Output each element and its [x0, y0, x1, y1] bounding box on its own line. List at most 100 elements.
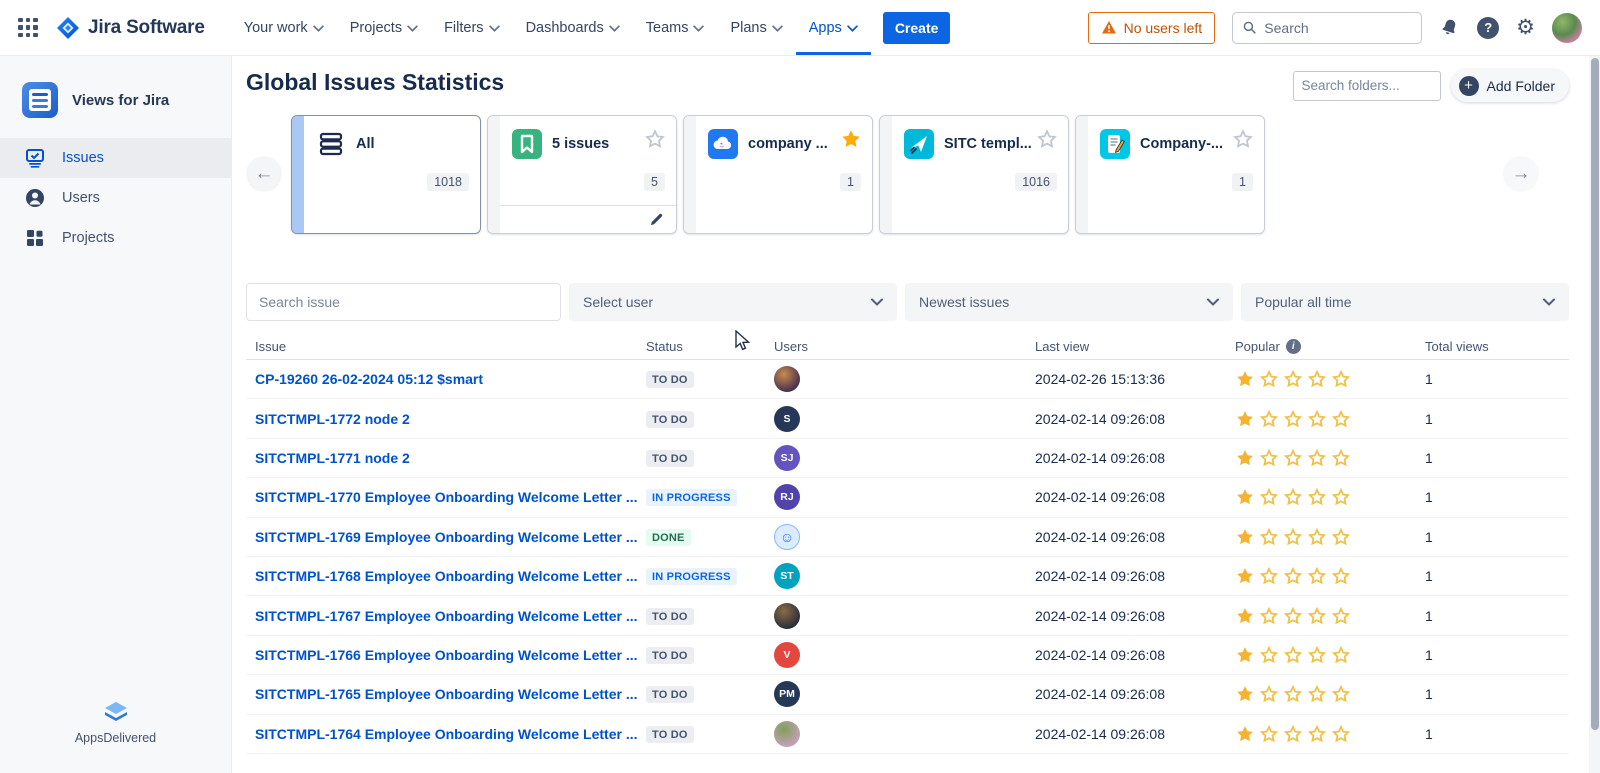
nav-item-plans[interactable]: Plans: [717, 0, 795, 55]
issue-link[interactable]: SITCTMPL-1765 Employee Onboarding Welcom…: [246, 686, 646, 702]
folder-card-company-[interactable]: company ...1: [683, 115, 873, 234]
user-avatar[interactable]: RJ: [774, 484, 800, 510]
help-icon[interactable]: ?: [1477, 17, 1499, 39]
sidebar-item-projects[interactable]: Projects: [0, 218, 231, 258]
popularity-dropdown[interactable]: Popular all time: [1241, 283, 1569, 321]
folder-card-5-issues[interactable]: 5 issues5: [487, 115, 677, 234]
profile-avatar[interactable]: [1552, 13, 1582, 43]
user-avatar[interactable]: [774, 603, 800, 629]
rating-star-outline-icon[interactable]: [1307, 645, 1327, 665]
rating-star-outline-icon[interactable]: [1259, 487, 1279, 507]
nav-item-projects[interactable]: Projects: [337, 0, 431, 55]
sidebar-item-issues[interactable]: Issues: [0, 138, 231, 178]
folder-card-sitc-templ-[interactable]: SITC templ...1016: [879, 115, 1069, 234]
search-folders-input[interactable]: [1293, 71, 1441, 101]
folder-star-icon[interactable]: [1036, 128, 1058, 155]
add-folder-button[interactable]: + Add Folder: [1451, 69, 1569, 102]
rating-star-filled-icon[interactable]: [1235, 527, 1255, 547]
rating-star-outline-icon[interactable]: [1307, 527, 1327, 547]
carousel-right-arrow[interactable]: →: [1503, 156, 1539, 192]
rating-star-outline-icon[interactable]: [1259, 527, 1279, 547]
no-users-left-button[interactable]: No users left: [1088, 12, 1216, 44]
rating-star-filled-icon[interactable]: [1235, 566, 1255, 586]
create-button[interactable]: Create: [883, 12, 951, 44]
rating-star-outline-icon[interactable]: [1331, 645, 1351, 665]
issue-link[interactable]: SITCTMPL-1768 Employee Onboarding Welcom…: [246, 568, 646, 584]
select-user-dropdown[interactable]: Select user: [569, 283, 897, 321]
rating-star-outline-icon[interactable]: [1283, 566, 1303, 586]
rating-star-outline-icon[interactable]: [1307, 724, 1327, 744]
rating-star-filled-icon[interactable]: [1235, 448, 1255, 468]
rating-star-outline-icon[interactable]: [1259, 369, 1279, 389]
user-avatar[interactable]: SJ: [774, 445, 800, 471]
rating-star-outline-icon[interactable]: [1283, 369, 1303, 389]
nav-item-teams[interactable]: Teams: [633, 0, 718, 55]
rating-star-outline-icon[interactable]: [1259, 606, 1279, 626]
rating-star-outline-icon[interactable]: [1331, 487, 1351, 507]
user-avatar[interactable]: PM: [774, 681, 800, 707]
settings-gear-icon[interactable]: ⚙: [1516, 17, 1535, 38]
nav-item-your-work[interactable]: Your work: [231, 0, 337, 55]
rating-star-outline-icon[interactable]: [1307, 448, 1327, 468]
bot-avatar[interactable]: ☺: [774, 524, 800, 550]
folder-star-icon[interactable]: [644, 128, 666, 155]
issue-link[interactable]: SITCTMPL-1771 node 2: [246, 450, 646, 466]
rating-star-filled-icon[interactable]: [1235, 606, 1255, 626]
rating-star-filled-icon[interactable]: [1235, 409, 1255, 429]
folder-star-icon[interactable]: [840, 128, 862, 155]
rating-star-outline-icon[interactable]: [1307, 566, 1327, 586]
issue-link[interactable]: SITCTMPL-1766 Employee Onboarding Welcom…: [246, 647, 646, 663]
rating-star-outline-icon[interactable]: [1283, 724, 1303, 744]
rating-star-outline-icon[interactable]: [1307, 409, 1327, 429]
rating-star-filled-icon[interactable]: [1235, 724, 1255, 744]
carousel-left-arrow[interactable]: ←: [246, 156, 282, 192]
notifications-bell-icon[interactable]: [1439, 17, 1460, 38]
rating-star-outline-icon[interactable]: [1307, 606, 1327, 626]
rating-star-filled-icon[interactable]: [1235, 369, 1255, 389]
rating-star-outline-icon[interactable]: [1331, 527, 1351, 547]
issue-link[interactable]: SITCTMPL-1764 Employee Onboarding Welcom…: [246, 726, 646, 742]
search-issue-input[interactable]: [246, 283, 561, 321]
rating-star-outline-icon[interactable]: [1259, 645, 1279, 665]
star-outline-icon[interactable]: [644, 128, 666, 150]
rating-star-outline-icon[interactable]: [1259, 409, 1279, 429]
page-scrollbar[interactable]: [1589, 56, 1600, 773]
star-outline-icon[interactable]: [1232, 128, 1254, 150]
issue-link[interactable]: SITCTMPL-1769 Employee Onboarding Welcom…: [246, 529, 646, 545]
nav-item-apps[interactable]: Apps: [796, 0, 871, 55]
rating-star-outline-icon[interactable]: [1283, 645, 1303, 665]
rating-star-outline-icon[interactable]: [1307, 369, 1327, 389]
rating-star-outline-icon[interactable]: [1331, 369, 1351, 389]
issue-link[interactable]: SITCTMPL-1767 Employee Onboarding Welcom…: [246, 608, 646, 624]
folder-card-company-[interactable]: Company-...1: [1075, 115, 1265, 234]
rating-star-outline-icon[interactable]: [1283, 606, 1303, 626]
rating-star-outline-icon[interactable]: [1331, 566, 1351, 586]
app-switcher-icon[interactable]: [18, 18, 38, 38]
rating-star-outline-icon[interactable]: [1307, 684, 1327, 704]
rating-star-outline-icon[interactable]: [1259, 724, 1279, 744]
nav-item-filters[interactable]: Filters: [431, 0, 512, 55]
global-search[interactable]: [1232, 12, 1422, 44]
user-avatar[interactable]: V: [774, 642, 800, 668]
rating-star-filled-icon[interactable]: [1235, 684, 1255, 704]
rating-star-filled-icon[interactable]: [1235, 487, 1255, 507]
star-outline-icon[interactable]: [1036, 128, 1058, 150]
rating-star-outline-icon[interactable]: [1259, 448, 1279, 468]
user-avatar[interactable]: [774, 721, 800, 747]
rating-star-outline-icon[interactable]: [1307, 487, 1327, 507]
edit-pencil-icon[interactable]: [649, 212, 664, 227]
rating-star-outline-icon[interactable]: [1283, 487, 1303, 507]
jira-logo[interactable]: Jira Software: [56, 16, 205, 40]
rating-star-outline-icon[interactable]: [1331, 448, 1351, 468]
rating-star-filled-icon[interactable]: [1235, 645, 1255, 665]
scrollbar-thumb[interactable]: [1591, 58, 1599, 730]
issue-link[interactable]: SITCTMPL-1770 Employee Onboarding Welcom…: [246, 489, 646, 505]
rating-star-outline-icon[interactable]: [1259, 684, 1279, 704]
user-avatar[interactable]: ST: [774, 563, 800, 589]
rating-star-outline-icon[interactable]: [1283, 684, 1303, 704]
user-avatar[interactable]: S: [774, 406, 800, 432]
sidebar-item-users[interactable]: Users: [0, 178, 231, 218]
issue-link[interactable]: SITCTMPL-1772 node 2: [246, 411, 646, 427]
folder-star-icon[interactable]: [1232, 128, 1254, 155]
rating-star-outline-icon[interactable]: [1331, 724, 1351, 744]
